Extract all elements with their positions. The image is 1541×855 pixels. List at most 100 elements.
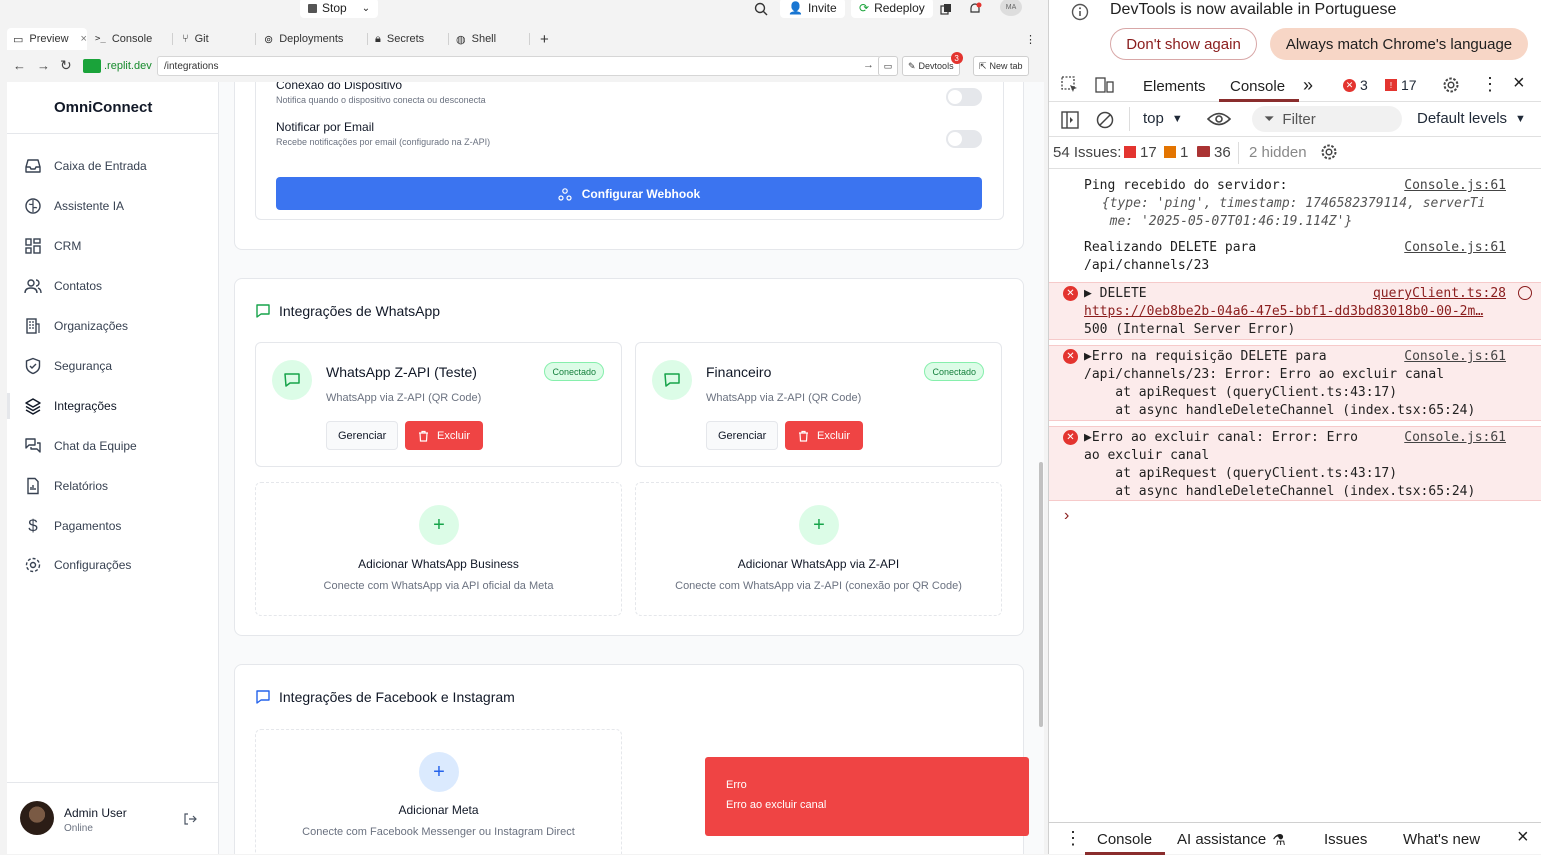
log-line: ao excluir canal [1084, 448, 1210, 463]
close-icon[interactable]: × [1513, 72, 1525, 95]
tab-shell[interactable]: ◍ Shell [450, 28, 530, 50]
add-whatsapp-zapi-card[interactable]: + Adicionar WhatsApp via Z-API Conecte c… [635, 482, 1002, 616]
eye-icon[interactable] [1207, 111, 1231, 127]
sidebar-item-organizations[interactable]: Organizações [7, 309, 218, 343]
error-toast[interactable]: Erro Erro ao excluir canal [705, 757, 1029, 836]
tab-console[interactable]: Console [1230, 78, 1285, 95]
stack-frame[interactable]: at async handleDeleteChannel (index.tsx:… [1084, 483, 1475, 501]
stack-frame[interactable]: at apiRequest (queryClient.ts:43:17) [1084, 384, 1397, 402]
tab-label: Console [111, 33, 153, 45]
more-icon[interactable]: ⋮ [1019, 28, 1042, 50]
email-toggle[interactable] [946, 130, 982, 148]
source-link[interactable]: Console.js:61 [1404, 348, 1506, 366]
sidebar-item-security[interactable]: Segurança [7, 349, 218, 383]
bell-icon[interactable] [968, 0, 982, 18]
sidebar-item-inbox[interactable]: Caixa de Entrada [7, 149, 218, 183]
sidebar-item-settings[interactable]: Configurações [7, 548, 218, 582]
tab-secrets[interactable]: 🔒︎ Secrets [369, 28, 449, 50]
log-line[interactable]: ▶ DELETE [1084, 285, 1147, 303]
issues-bar[interactable]: 54 Issues: 17 1 36 2 hidden [1049, 137, 1541, 169]
close-icon[interactable]: × [81, 33, 87, 45]
stop-button[interactable]: Stop ⌄ [300, 0, 379, 18]
tab-preview[interactable]: ▭ Preview × [7, 28, 87, 50]
screen-icon[interactable]: ▭ [878, 56, 898, 76]
tab-elements[interactable]: Elements [1143, 78, 1206, 95]
back-arrow-icon[interactable]: ← [13, 58, 26, 73]
new-tab-plus-icon[interactable]: + [534, 28, 555, 50]
go-arrow-icon[interactable]: → [863, 59, 874, 71]
drawer-tab-console[interactable]: Console [1097, 831, 1152, 848]
copy-icon[interactable] [940, 0, 952, 18]
reload-icon[interactable]: ↻ [60, 57, 72, 74]
device-toolbar-icon[interactable] [1095, 76, 1115, 94]
source-link[interactable]: Console.js:61 [1404, 239, 1506, 257]
source-link[interactable]: Console.js:61 [1404, 429, 1506, 447]
sidebar-item-ai[interactable]: Assistente IA [7, 189, 218, 223]
tab-deployments[interactable]: ⊚ Deployments [258, 28, 368, 50]
match-language-button[interactable]: Always match Chrome's language [1270, 28, 1528, 60]
sidebar-item-reports[interactable]: Relatórios [7, 469, 218, 503]
close-icon[interactable]: × [1517, 826, 1529, 849]
context-select[interactable]: top ▼ [1143, 110, 1183, 127]
tab-console[interactable]: >_ Console [89, 28, 173, 50]
console-prompt-chevron-icon[interactable]: › [1064, 507, 1069, 525]
tab-git[interactable]: ⑂ Git [176, 28, 256, 50]
sidebar-item-label: Integrações [54, 399, 117, 413]
delete-button[interactable]: Excluir [785, 421, 863, 450]
chevron-down-icon[interactable]: ⌄ [362, 3, 370, 14]
configure-webhook-button[interactable]: Configurar Webhook [276, 177, 982, 210]
request-url-link[interactable]: https://0eb8be2b-04a6-47e5-bbf1-dd3bd830… [1084, 303, 1483, 321]
filter-input[interactable]: ⏷ Filter [1252, 106, 1402, 132]
inspect-icon[interactable] [1061, 76, 1079, 94]
dont-show-again-button[interactable]: Don't show again [1110, 28, 1257, 60]
stack-frame[interactable]: at async handleDeleteChannel (index.tsx:… [1084, 402, 1475, 420]
url-input[interactable]: /integrations → [157, 56, 881, 76]
sidebar-item-crm[interactable]: CRM [7, 229, 218, 263]
new-tab-button[interactable]: ⇱ New tab [973, 56, 1029, 76]
scrollbar[interactable] [1038, 82, 1044, 854]
error-icon: ✕ [1063, 430, 1078, 445]
redeploy-button[interactable]: ⟳ Redeploy [851, 0, 933, 18]
network-icon[interactable] [1518, 286, 1532, 300]
replit-domain[interactable]: .replit.dev [83, 56, 152, 76]
search-icon[interactable] [754, 0, 768, 18]
gear-icon[interactable] [1320, 143, 1338, 161]
add-meta-card[interactable]: + Adicionar Meta Conecte com Facebook Me… [255, 729, 622, 854]
forward-arrow-icon[interactable]: → [37, 58, 50, 73]
device-toggle[interactable] [946, 88, 982, 106]
sidebar-item-contacts[interactable]: Contatos [7, 269, 218, 303]
add-whatsapp-business-card[interactable]: + Adicionar WhatsApp Business Conecte co… [255, 482, 622, 616]
source-link[interactable]: queryClient.ts:28 [1373, 285, 1506, 303]
source-link[interactable]: Console.js:61 [1404, 177, 1506, 195]
stack-frame[interactable]: at apiRequest (queryClient.ts:43:17) [1084, 465, 1397, 483]
scrollbar-thumb[interactable] [1039, 462, 1043, 727]
log-line[interactable]: {type: 'ping', timestamp: 1746582379114,… [1094, 195, 1486, 213]
clear-console-icon[interactable] [1096, 111, 1114, 129]
avatar[interactable]: MA [1000, 0, 1022, 16]
gear-icon[interactable] [1442, 76, 1460, 94]
levels-select[interactable]: Default levels ▼ [1417, 110, 1526, 127]
delete-button[interactable]: Excluir [405, 421, 483, 450]
invite-button[interactable]: 👤 Invite [780, 0, 845, 18]
logout-icon[interactable] [183, 812, 197, 826]
sidebar-toggle-icon[interactable] [1061, 111, 1079, 129]
manage-button[interactable]: Gerenciar [706, 421, 779, 450]
drawer-tab-whats-new[interactable]: What's new [1403, 831, 1480, 848]
log-line[interactable]: ▶Erro na requisição DELETE para [1084, 348, 1327, 366]
more-tabs-icon[interactable]: » [1303, 75, 1313, 96]
manage-button[interactable]: Gerenciar [326, 421, 399, 450]
sidebar-item-payments[interactable]: $ Pagamentos [7, 509, 218, 543]
kebab-menu-icon[interactable]: ⋮ [1064, 828, 1082, 849]
sidebar-item-team-chat[interactable]: Chat da Equipe [7, 429, 218, 463]
devtools-button[interactable]: ✎ Devtools 3 [902, 52, 963, 76]
kebab-menu-icon[interactable]: ⋮ [1481, 74, 1499, 95]
drawer-tab-ai[interactable]: AI assistance ⚗ [1177, 831, 1286, 849]
log-line[interactable]: ▶Erro ao excluir canal: Error: Erro [1084, 429, 1358, 447]
log-line: 500 (Internal Server Error) [1084, 322, 1296, 337]
sidebar-item-integrations[interactable]: Integrações [7, 389, 218, 423]
drawer-tab-issues[interactable]: Issues [1324, 831, 1367, 848]
warning-counter[interactable]: ! 17 [1385, 77, 1417, 93]
whatsapp-channel-card: Financeiro WhatsApp via Z-API (QR Code) … [635, 342, 1002, 467]
avatar[interactable] [20, 801, 54, 835]
error-counter[interactable]: ✕ 3 [1343, 77, 1368, 93]
